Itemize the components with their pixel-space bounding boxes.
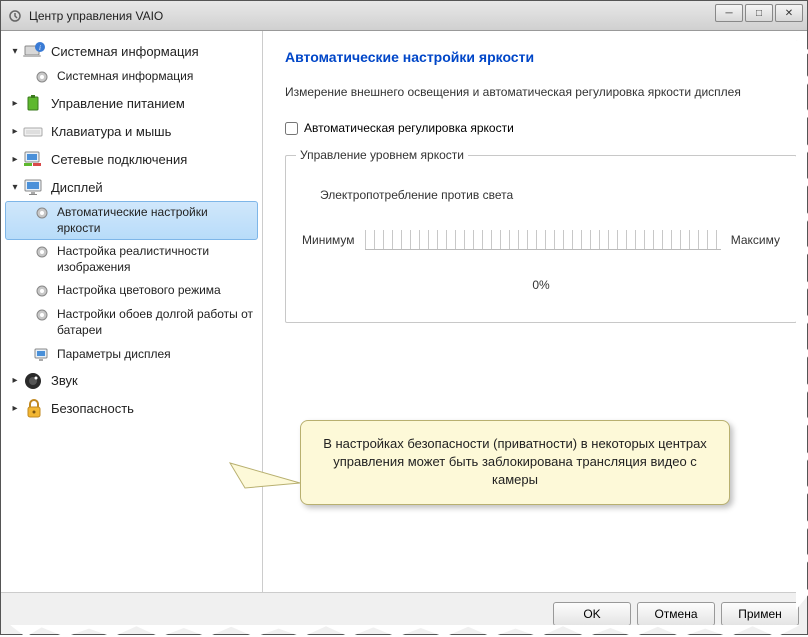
keyboard-icon	[23, 121, 45, 141]
network-icon	[23, 149, 45, 169]
callout-text: В настройках безопасности (приватности) …	[319, 435, 711, 490]
page-heading: Автоматические настройки яркости	[285, 49, 797, 65]
sidebar-child-color-mode[interactable]: Настройка цветового режима	[5, 279, 258, 303]
cancel-button[interactable]: Отмена	[637, 602, 715, 626]
callout-tail	[225, 458, 305, 508]
monitor-icon	[23, 177, 45, 197]
sidebar-item-power[interactable]: ▸ Управление питанием	[5, 89, 258, 117]
sidebar-child-label: Параметры дисплея	[57, 347, 171, 363]
brightness-level-group: Управление уровнем яркости Электропотреб…	[285, 155, 797, 323]
sidebar-item-label: Клавиатура и мышь	[51, 124, 171, 139]
monitor-small-icon	[33, 347, 51, 363]
battery-icon	[23, 93, 45, 113]
titlebar[interactable]: Центр управления VAIO ─ □ ✕	[1, 1, 807, 31]
sidebar-child-label: Автоматические настройки яркости	[57, 205, 254, 236]
sidebar-item-network[interactable]: ▸ Сетевые подключения	[5, 145, 258, 173]
sidebar-item-label: Управление питанием	[51, 96, 185, 111]
close-button[interactable]: ✕	[775, 4, 803, 22]
sidebar-item-label: Звук	[51, 373, 78, 388]
app-window: Центр управления VAIO ─ □ ✕ ▾ i Системна…	[0, 0, 808, 635]
gear-icon	[33, 283, 51, 299]
laptop-info-icon: i	[23, 41, 45, 61]
window-body: ▾ i Системная информация Системная инфор…	[1, 31, 807, 592]
expand-icon: ▸	[9, 154, 21, 165]
svg-text:i: i	[39, 44, 41, 52]
lock-icon	[23, 399, 45, 419]
sidebar-item-label: Безопасность	[51, 401, 134, 416]
sidebar-child-label: Настройки обоев долгой работы от батареи	[57, 307, 254, 338]
content-pane: Автоматические настройки яркости Измерен…	[263, 31, 807, 592]
apply-button[interactable]: Примен	[721, 602, 799, 626]
sidebar-item-security[interactable]: ▸ Безопасность	[5, 395, 258, 423]
sidebar-item-label: Системная информация	[51, 44, 199, 59]
window-title: Центр управления VAIO	[29, 9, 163, 23]
page-description: Измерение внешнего освещения и автоматич…	[285, 85, 797, 99]
group-legend: Управление уровнем яркости	[296, 148, 468, 162]
expand-icon: ▸	[9, 98, 21, 109]
sidebar: ▾ i Системная информация Системная инфор…	[1, 31, 263, 592]
collapse-icon: ▾	[9, 46, 21, 57]
minimize-button[interactable]: ─	[715, 4, 743, 22]
sidebar-child-label: Системная информация	[57, 69, 193, 85]
checkbox-label: Автоматическая регулировка яркости	[304, 121, 514, 135]
expand-icon: ▸	[9, 403, 21, 414]
expand-icon: ▸	[9, 126, 21, 137]
sidebar-child-image-realism[interactable]: Настройка реалистичности изображения	[5, 240, 258, 279]
sidebar-item-keyboard[interactable]: ▸ Клавиатура и мышь	[5, 117, 258, 145]
slider-max-label: Максиму	[731, 233, 780, 247]
sidebar-child-label: Настройка реалистичности изображения	[57, 244, 254, 275]
brightness-slider[interactable]	[365, 230, 721, 250]
sidebar-item-display[interactable]: ▾ Дисплей	[5, 173, 258, 201]
slider-min-label: Минимум	[302, 233, 355, 247]
expand-icon: ▸	[9, 375, 21, 386]
gear-icon	[33, 205, 51, 221]
sidebar-child-auto-brightness[interactable]: Автоматические настройки яркости	[5, 201, 258, 240]
sidebar-child-system-info[interactable]: Системная информация	[5, 65, 258, 89]
brightness-percent: 0%	[302, 278, 780, 292]
sidebar-item-system-info[interactable]: ▾ i Системная информация	[5, 37, 258, 65]
gear-icon	[33, 307, 51, 323]
gear-icon	[33, 69, 51, 85]
power-vs-light-label: Электропотребление против света	[320, 188, 780, 202]
maximize-button[interactable]: □	[745, 4, 773, 22]
annotation-callout: В настройках безопасности (приватности) …	[300, 420, 730, 505]
sidebar-child-wallpaper-battery[interactable]: Настройки обоев долгой работы от батареи	[5, 303, 258, 342]
ok-button[interactable]: OK	[553, 602, 631, 626]
brightness-slider-row: Минимум Максиму	[302, 230, 780, 250]
sidebar-item-label: Дисплей	[51, 180, 103, 195]
sidebar-child-display-params[interactable]: Параметры дисплея	[5, 343, 258, 367]
gear-icon	[33, 244, 51, 260]
collapse-icon: ▾	[9, 182, 21, 193]
sidebar-item-sound[interactable]: ▸ Звук	[5, 367, 258, 395]
auto-brightness-checkbox[interactable]	[285, 122, 298, 135]
speaker-icon	[23, 371, 45, 391]
sidebar-item-label: Сетевые подключения	[51, 152, 187, 167]
app-icon	[7, 8, 23, 24]
auto-brightness-checkbox-row: Автоматическая регулировка яркости	[285, 121, 797, 135]
sidebar-child-label: Настройка цветового режима	[57, 283, 221, 299]
